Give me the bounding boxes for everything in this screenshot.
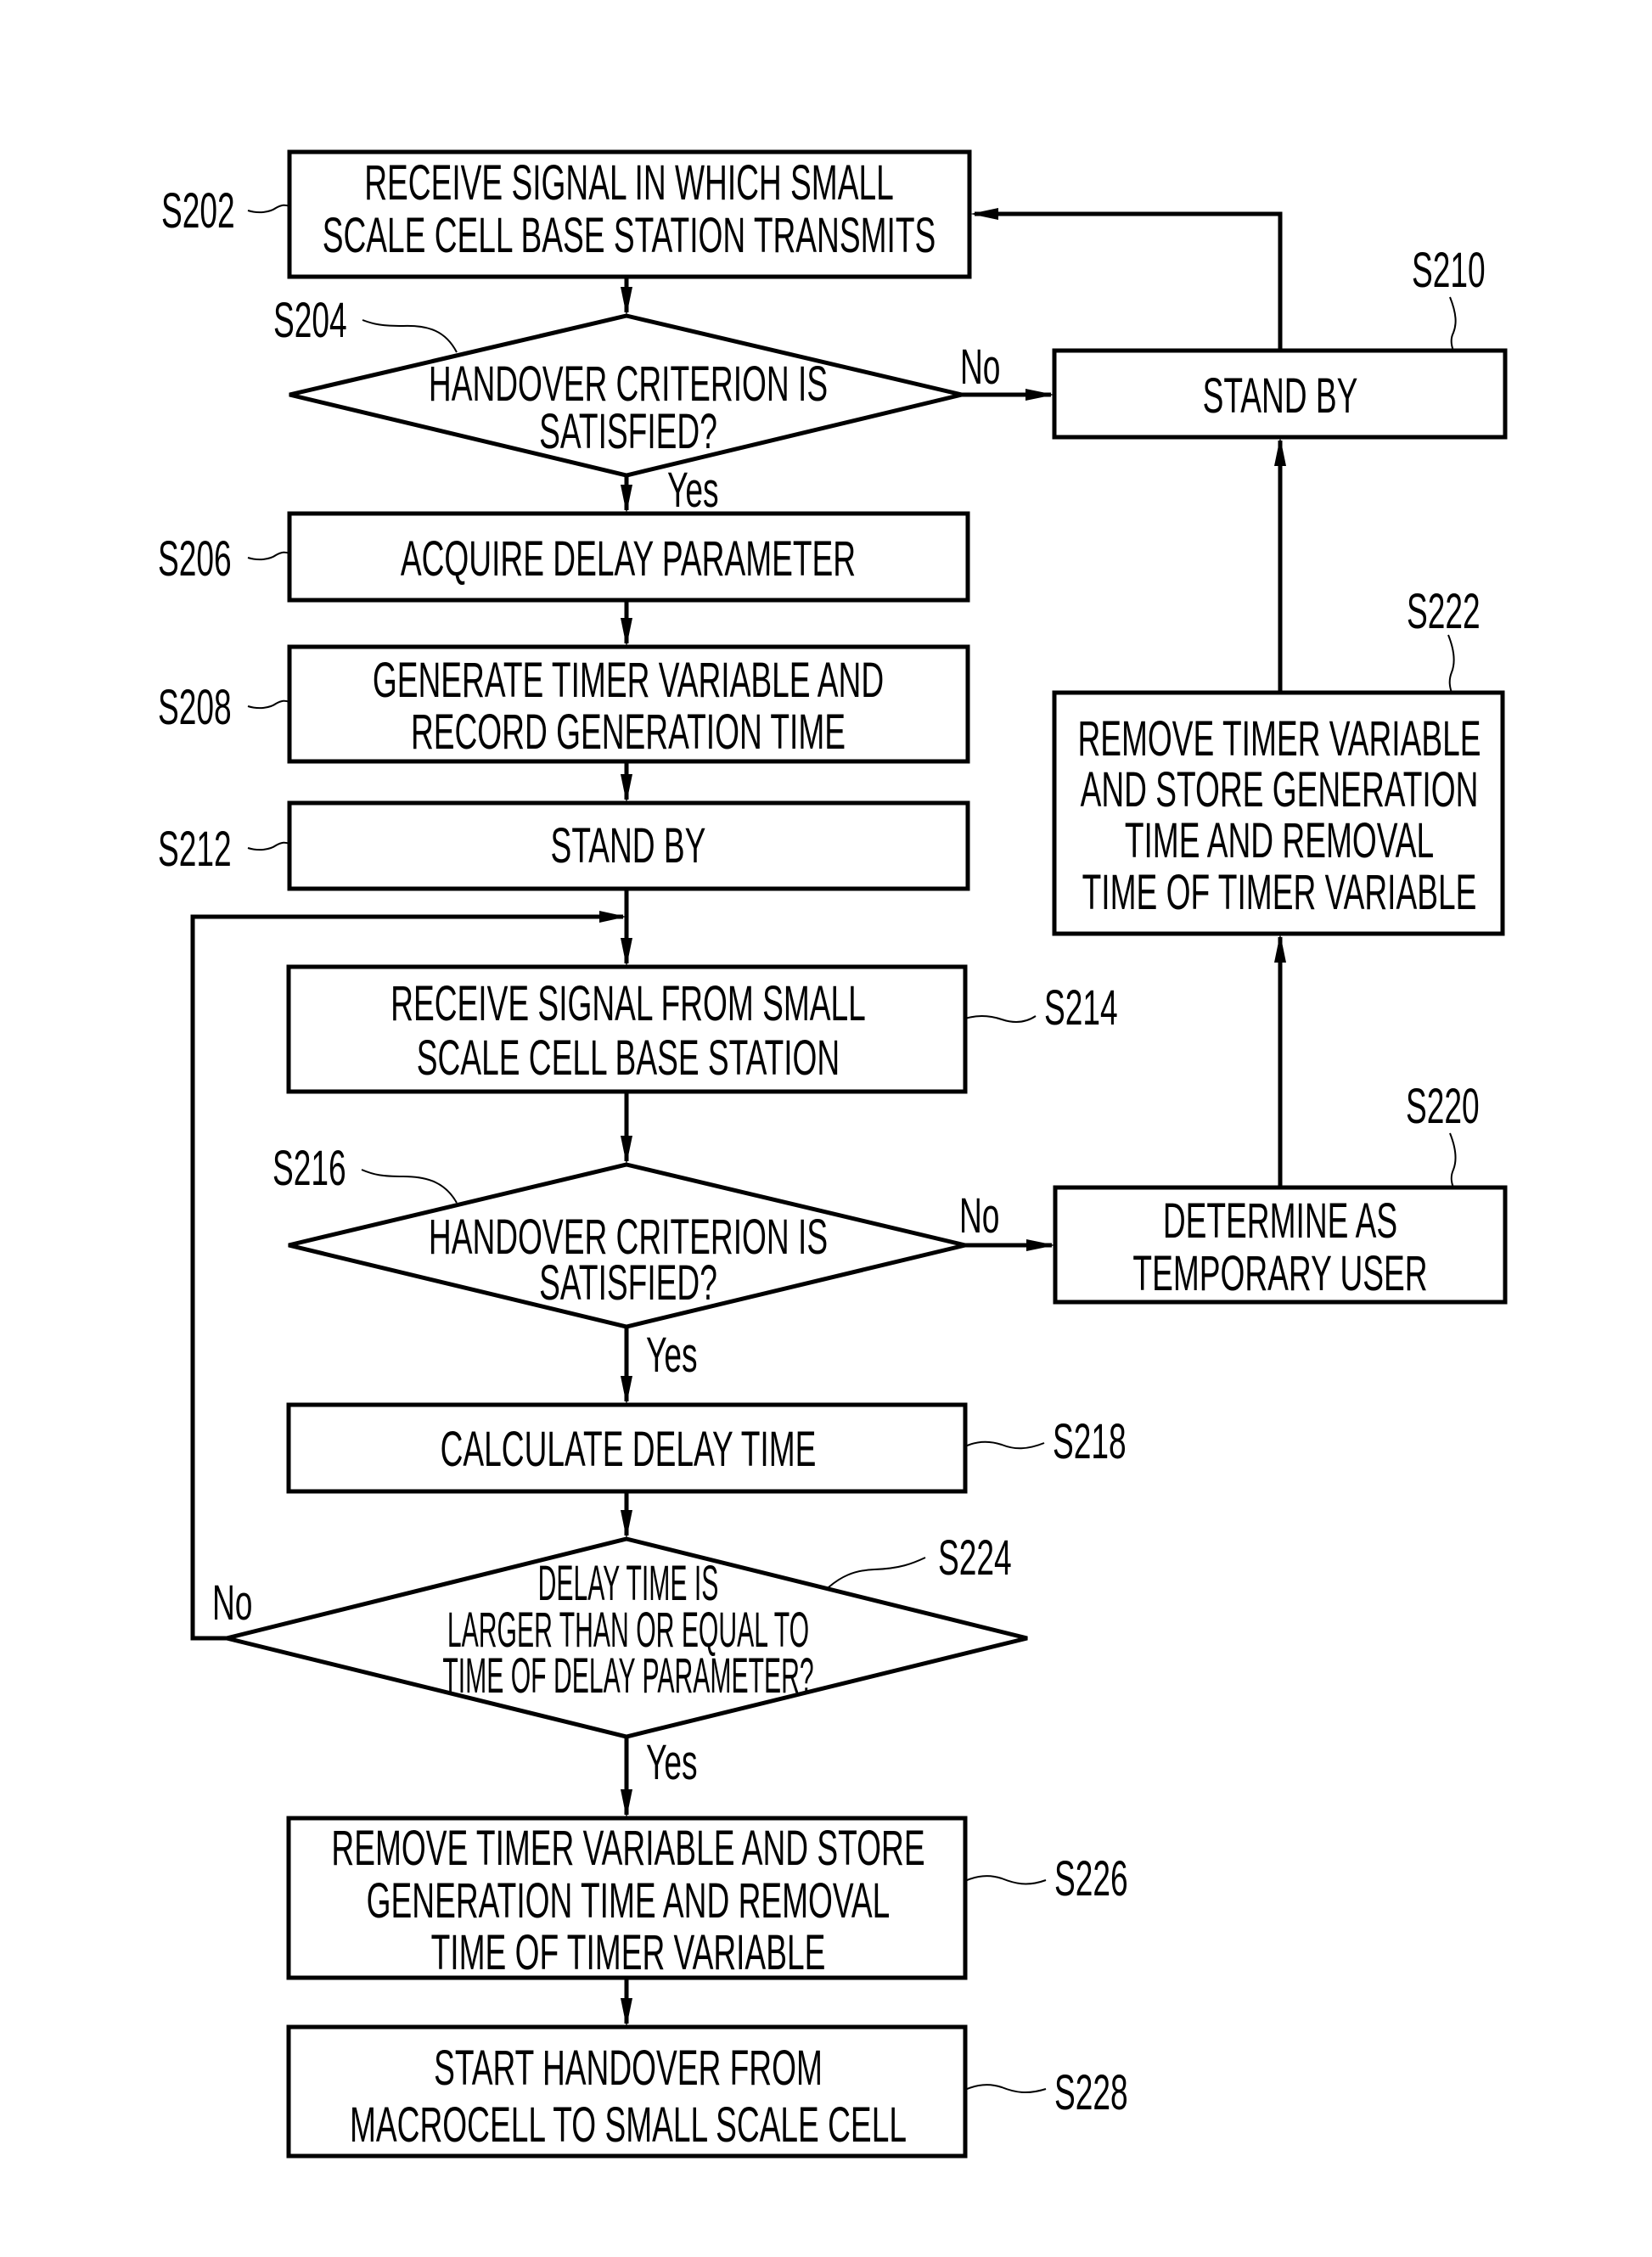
step-text-line: TEMPORARY USER — [1132, 1247, 1427, 1301]
ref-label-s214: S214 — [1044, 981, 1118, 1036]
step-text-line: REMOVE TIMER VARIABLE AND STORE — [331, 1822, 924, 1876]
step-text-line: START HANDOVER FROM — [434, 2041, 823, 2096]
step-text-line: TIME AND REMOVAL — [1125, 814, 1434, 868]
step-text-line: REMOVE TIMER VARIABLE — [1077, 712, 1481, 766]
step-s222: REMOVE TIMER VARIABLE AND STORE GENERATI… — [1052, 690, 1505, 936]
ref-label-s222: S222 — [1407, 585, 1481, 639]
step-text-line: SCALE CELL BASE STATION TRANSMITS — [323, 209, 936, 263]
branch-label-no: No — [960, 340, 1000, 395]
step-text-line: RECEIVE SIGNAL FROM SMALL — [391, 977, 866, 1031]
step-text-line: RECORD GENERATION TIME — [411, 705, 846, 760]
step-text-line: ACQUIRE DELAY PARAMETER — [401, 532, 856, 587]
ref-label-s210: S210 — [1412, 244, 1486, 298]
step-text-line: GENERATION TIME AND REMOVAL — [367, 1874, 891, 1929]
step-s228: START HANDOVER FROM MACROCELL TO SMALL S… — [286, 2024, 968, 2159]
ref-label-s226: S226 — [1054, 1852, 1128, 1906]
step-s218: CALCULATE DELAY TIME — [286, 1402, 968, 1494]
step-text-line: CALCULATE DELAY TIME — [441, 1423, 817, 1477]
ref-label-s228: S228 — [1054, 2066, 1128, 2120]
branch-label-no: No — [212, 1576, 252, 1631]
branch-label-yes: Yes — [646, 1736, 698, 1790]
branch-label-yes: Yes — [646, 1328, 698, 1383]
step-text-line: TIME OF DELAY PARAMETER? — [442, 1648, 813, 1703]
step-s212: STAND BY — [287, 800, 970, 891]
ref-label-s218: S218 — [1053, 1415, 1127, 1469]
step-s210: STAND BY — [1052, 348, 1508, 440]
step-s220: DETERMINE AS TEMPORARY USER — [1053, 1185, 1508, 1305]
step-s208: GENERATE TIMER VARIABLE AND RECORD GENER… — [287, 644, 970, 764]
step-s226: REMOVE TIMER VARIABLE AND STORE GENERATI… — [286, 1816, 968, 1980]
ref-label-s202: S202 — [161, 184, 235, 239]
ref-label-s206: S206 — [158, 532, 232, 587]
step-text-line: SCALE CELL BASE STATION — [417, 1031, 840, 1086]
step-text-line: DETERMINE AS — [1163, 1194, 1397, 1249]
step-text-line: AND STORE GENERATION — [1081, 763, 1479, 817]
step-s214: RECEIVE SIGNAL FROM SMALL SCALE CELL BAS… — [286, 964, 968, 1094]
ref-label-s220: S220 — [1406, 1080, 1480, 1134]
step-text-line: SATISFIED? — [539, 405, 717, 459]
ref-label-s224: S224 — [938, 1531, 1012, 1586]
ref-label-s216: S216 — [273, 1142, 346, 1196]
step-text-line: MACROCELL TO SMALL SCALE CELL — [350, 2098, 907, 2153]
ref-label-s204: S204 — [273, 294, 347, 348]
step-text-line: STAND BY — [551, 819, 706, 873]
step-text-line: TIME OF TIMER VARIABLE — [431, 1926, 826, 1980]
branch-label-no: No — [959, 1189, 999, 1244]
step-text-line: TIME OF TIMER VARIABLE — [1082, 866, 1477, 920]
flowchart: RECEIVE SIGNAL IN WHICH SMALL SCALE CELL… — [0, 0, 1652, 2257]
step-text-line: STAND BY — [1203, 369, 1358, 424]
branch-label-yes: Yes — [667, 463, 719, 518]
step-s206: ACQUIRE DELAY PARAMETER — [287, 511, 970, 603]
step-text-line: SATISFIED? — [539, 1256, 717, 1311]
ref-label-s208: S208 — [158, 681, 232, 735]
step-text-line: HANDOVER CRITERION IS — [429, 357, 828, 412]
ref-label-s212: S212 — [158, 823, 232, 877]
step-text-line: GENERATE TIMER VARIABLE AND — [373, 654, 884, 708]
step-s202: RECEIVE SIGNAL IN WHICH SMALL SCALE CELL… — [287, 149, 972, 279]
step-text-line: RECEIVE SIGNAL IN WHICH SMALL — [364, 156, 894, 211]
